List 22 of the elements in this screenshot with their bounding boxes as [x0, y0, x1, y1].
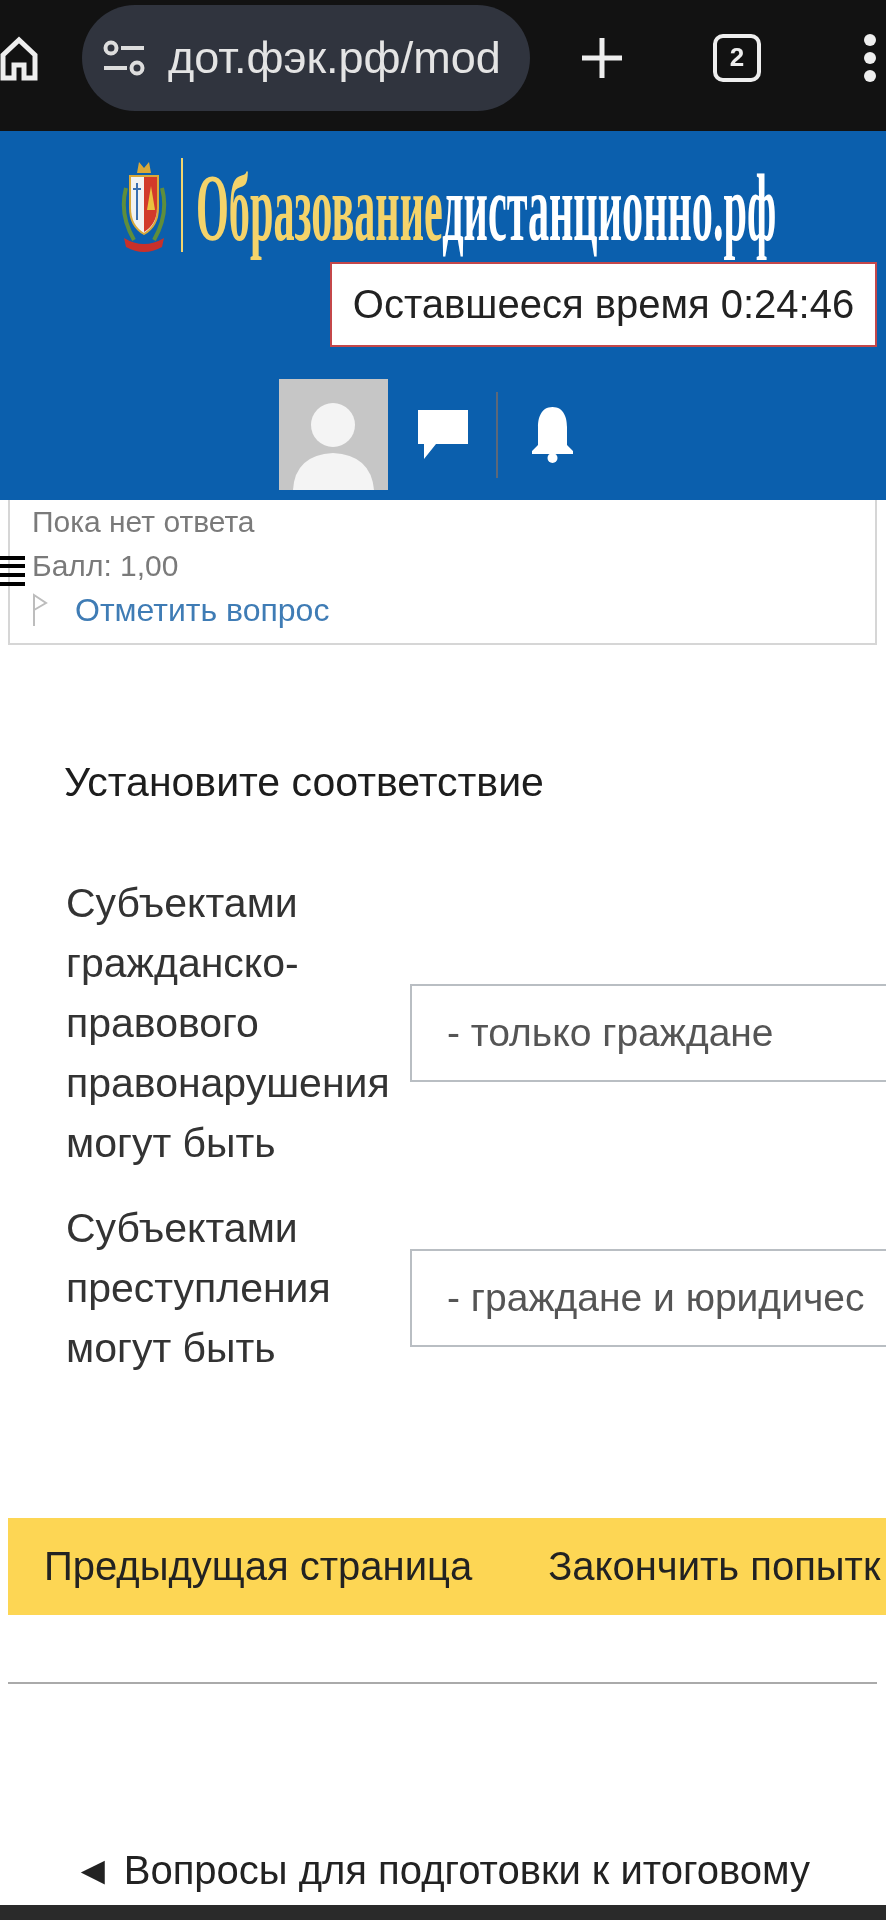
question-prompt: Установите соответствие [63, 758, 545, 807]
logo-text: Образованиедистанционно.рф [196, 158, 777, 258]
answer-select[interactable]: - граждане и юридичес [410, 1249, 886, 1347]
plus-icon[interactable] [580, 35, 624, 80]
matching-stem-text: Субъектами преступления могут быть [66, 1204, 332, 1373]
answer-select[interactable]: - только граждане [410, 984, 886, 1082]
countdown-timer: Оставшееся время 0:24:46 [330, 262, 877, 347]
quiz-nav-button[interactable]: Предыдущая страница [8, 1518, 513, 1615]
menu-icon[interactable] [0, 556, 25, 586]
home-icon[interactable] [0, 34, 38, 81]
flag-question-link[interactable]: Отметить вопрос [75, 588, 330, 632]
speech-bubble-icon[interactable] [418, 410, 468, 459]
grade-text: Балл: 1,00 [32, 548, 180, 584]
kebab-menu-icon[interactable] [863, 33, 877, 82]
tab-switcher-button[interactable]: 2 [713, 33, 761, 82]
answer-status-text: Пока нет ответа [32, 504, 256, 540]
quiz-nav-button[interactable]: Закончить попытк [512, 1518, 886, 1615]
address-bar[interactable]: дот.фэк.рф/mod [82, 4, 530, 111]
previous-activity-link[interactable]: ◄ Вопросы для подготовки к итоговому [73, 1846, 810, 1894]
sliders-icon[interactable] [103, 39, 145, 76]
bell-icon[interactable] [530, 405, 575, 464]
matching-stem-text: Субъектами гражданско-правового правонарушения могут быть [66, 879, 391, 1168]
